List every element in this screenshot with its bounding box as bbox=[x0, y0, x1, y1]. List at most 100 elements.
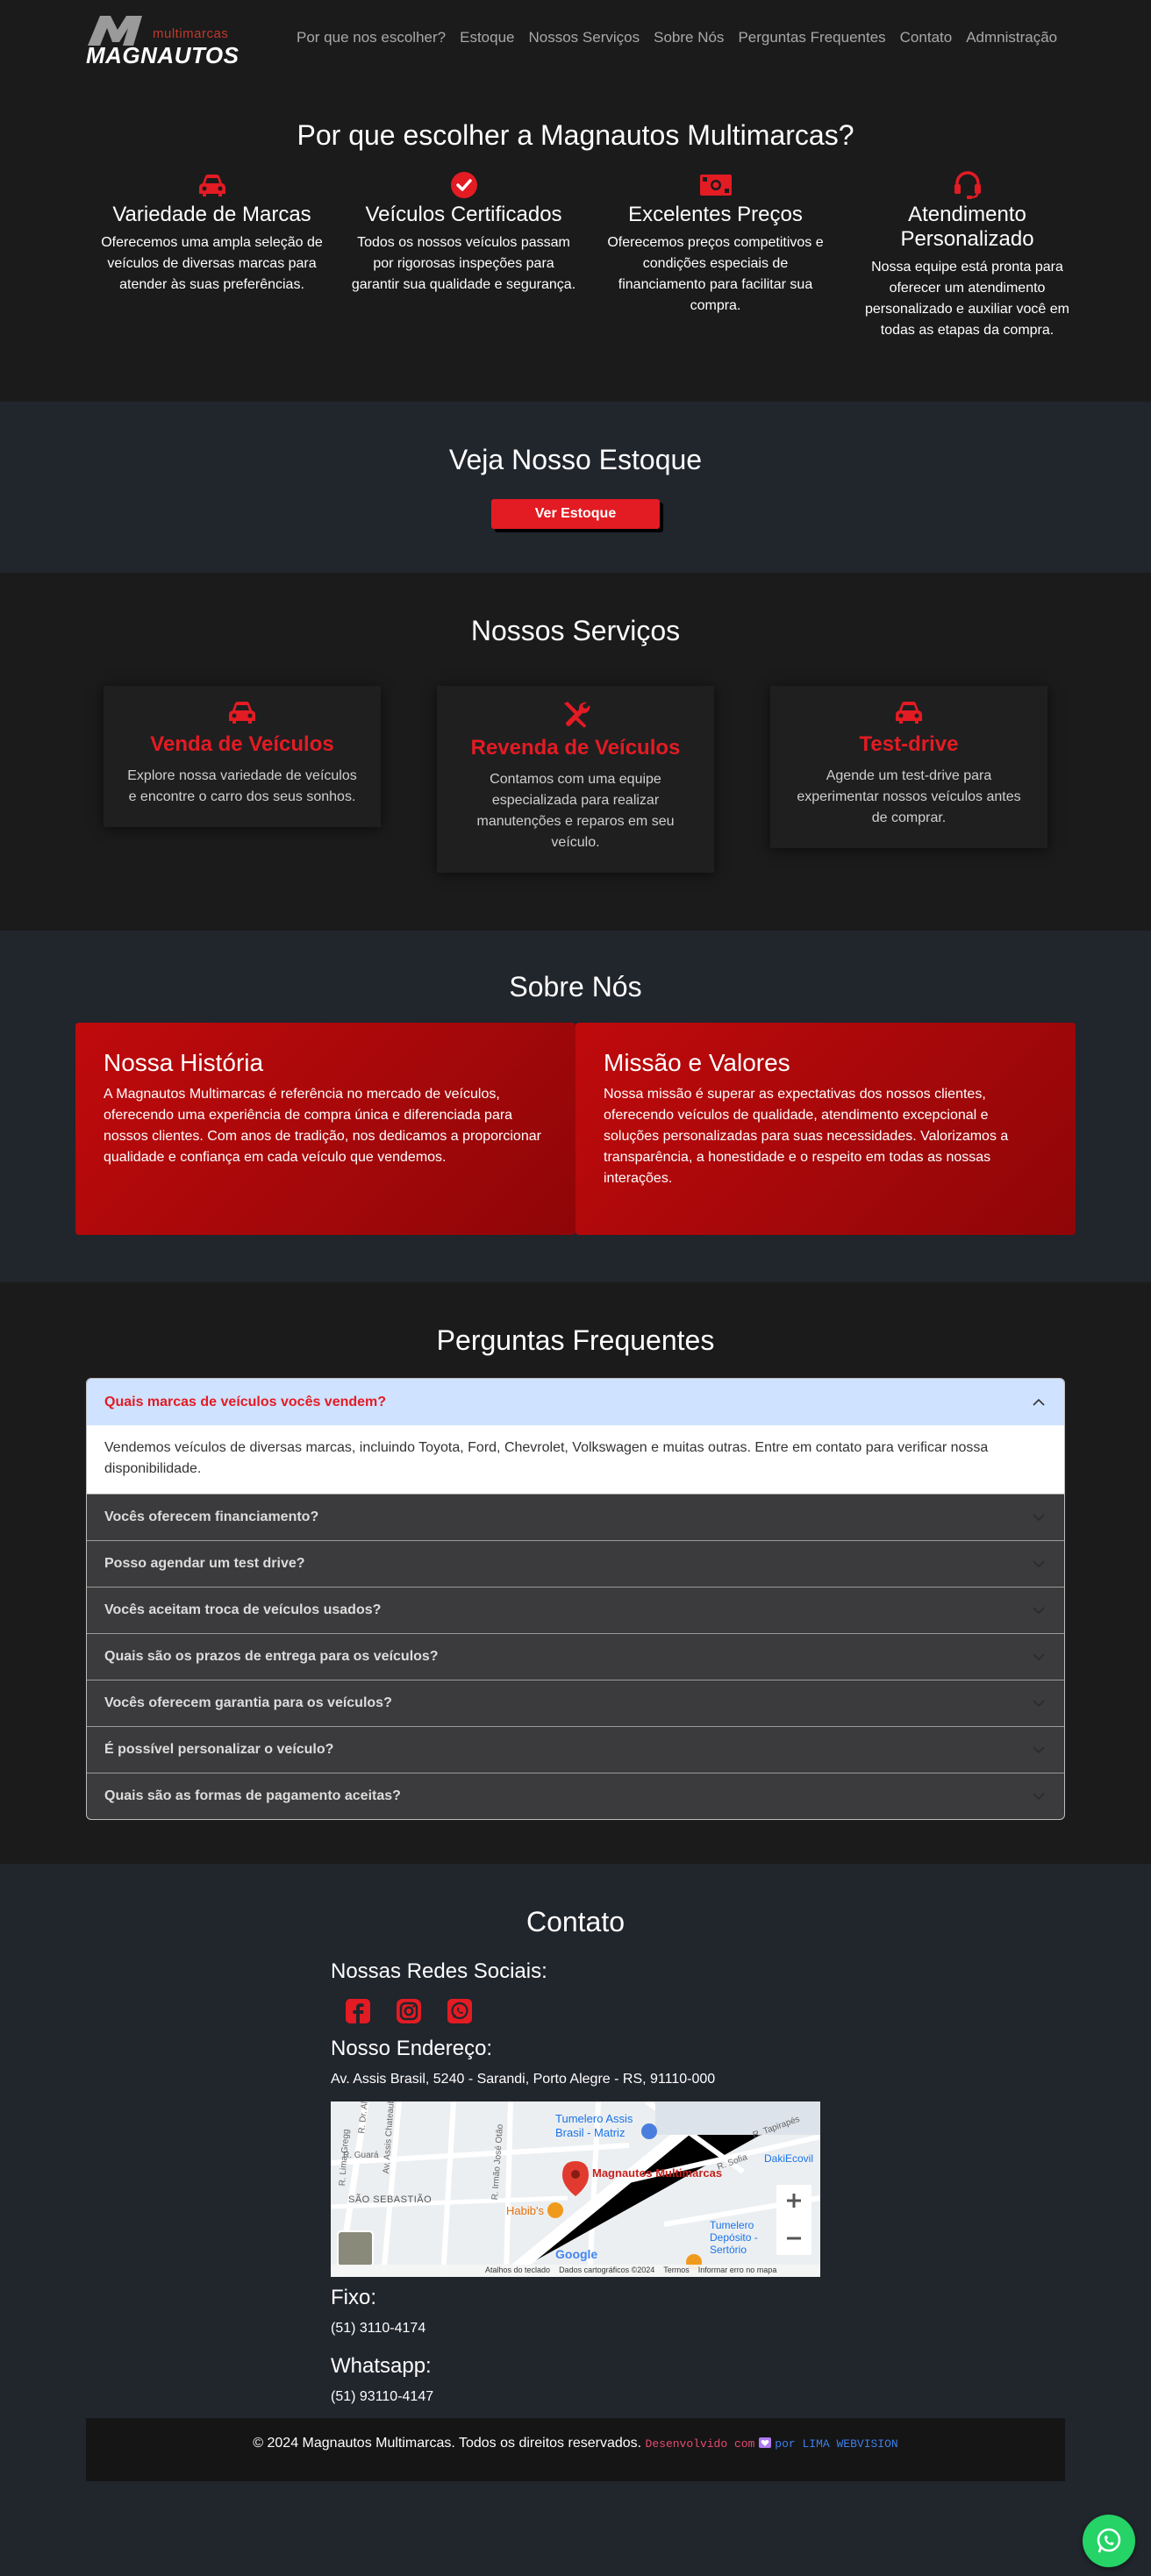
why-item: Veículos Certificados Todos os nossos ve… bbox=[338, 171, 590, 341]
about-section: Sobre Nós Nossa História A Magnautos Mul… bbox=[0, 931, 1151, 1282]
faq-question[interactable]: Quais são os prazos de entrega para os v… bbox=[87, 1633, 1064, 1680]
mission-card: Missão e Valores Nossa missão é superar … bbox=[576, 1023, 1076, 1235]
nav-link-stock[interactable]: Estoque bbox=[460, 29, 514, 46]
map-poi[interactable]: Tumelero Assis Brasil - Matriz bbox=[555, 2112, 647, 2140]
nav-link-contact[interactable]: Contato bbox=[900, 29, 953, 46]
brand-big: MAGNAUTOS bbox=[86, 42, 239, 68]
chevron-up-icon bbox=[1033, 1398, 1045, 1406]
why-item: Atendimento Personalizado Nossa equipe e… bbox=[841, 171, 1093, 341]
mission-title: Missão e Valores bbox=[604, 1049, 790, 1076]
brand-logo[interactable]: multimarcas MAGNAUTOS bbox=[86, 12, 239, 68]
faq-question[interactable]: Vocês oferecem financiamento? bbox=[87, 1494, 1064, 1540]
whatsapp-phone: (51) 93110-4147 bbox=[331, 2389, 434, 2404]
faq-section: Perguntas Frequentes Quais marcas de veí… bbox=[0, 1282, 1151, 1864]
money-icon bbox=[602, 171, 829, 199]
address-text: Av. Assis Brasil, 5240 - Sarandi, Porto … bbox=[331, 2072, 716, 2087]
faq-question[interactable]: É possível personalizar o veículo? bbox=[87, 1726, 1064, 1773]
history-title: Nossa História bbox=[104, 1049, 264, 1076]
see-stock-button[interactable]: Ver Estoque bbox=[491, 499, 660, 529]
chevron-down-icon bbox=[1033, 1746, 1045, 1754]
faq-question[interactable]: Posso agendar um test drive? bbox=[87, 1540, 1064, 1587]
nav-link-faq[interactable]: Perguntas Frequentes bbox=[738, 29, 885, 46]
chevron-down-icon bbox=[1033, 1700, 1045, 1708]
why-item-text: Nossa equipe está pronta para oferecer u… bbox=[864, 260, 1069, 338]
navbar: multimarcas MAGNAUTOS Por que nos escolh… bbox=[0, 0, 1151, 75]
faq-question[interactable]: Vocês aceitam troca de veículos usados? bbox=[87, 1587, 1064, 1633]
faq-question[interactable]: Quais marcas de veículos vocês vendem? bbox=[87, 1379, 1064, 1425]
stock-section: Veja Nosso Estoque Ver Estoque bbox=[0, 402, 1151, 573]
nav-links: Por que nos escolher? Estoque Nossos Ser… bbox=[297, 29, 1057, 46]
logo-m-mark bbox=[88, 16, 142, 46]
whatsapp-float-button[interactable] bbox=[1083, 2515, 1135, 2567]
why-item: Excelentes Preços Oferecemos preços comp… bbox=[590, 171, 841, 341]
social-heading: Nossas Redes Sociais: bbox=[331, 1959, 547, 1983]
history-text: A Magnautos Multimarcas é referência no … bbox=[104, 1087, 541, 1165]
faq-question-text: Vocês aceitam troca de veículos usados? bbox=[104, 1602, 382, 1617]
car-icon bbox=[791, 700, 1026, 729]
service-card: Revenda de Veículos Contamos com uma equ… bbox=[437, 686, 714, 873]
chevron-down-icon bbox=[1033, 1514, 1045, 1522]
chevron-down-icon bbox=[1033, 1560, 1045, 1568]
why-item-title: Veículos Certificados bbox=[365, 203, 562, 226]
brand-small: multimarcas bbox=[153, 26, 229, 41]
history-card: Nossa História A Magnautos Multimarcas é… bbox=[75, 1023, 576, 1235]
service-title: Venda de Veículos bbox=[150, 732, 334, 756]
map-terms-link[interactable]: Termos bbox=[663, 2266, 690, 2274]
why-section: Por que escolher a Magnautos Multimarcas… bbox=[0, 75, 1151, 402]
dev-credit-link[interactable]: por LIMA WEBVISION bbox=[775, 2437, 897, 2451]
faq-question-text: Vocês oferecem garantia para os veículos… bbox=[104, 1695, 392, 1710]
whatsapp-icon bbox=[1097, 2528, 1121, 2553]
faq-question[interactable]: Vocês oferecem garantia para os veículos… bbox=[87, 1680, 1064, 1726]
service-card: Venda de Veículos Explore nossa variedad… bbox=[104, 686, 381, 827]
mission-text: Nossa missão é superar as expectativas d… bbox=[604, 1087, 1009, 1186]
map-google-logo: Google bbox=[555, 2247, 598, 2261]
faq-question-text: Vocês oferecem financiamento? bbox=[104, 1509, 319, 1524]
about-title: Sobre Nós bbox=[509, 971, 642, 1003]
heart-icon bbox=[758, 2437, 771, 2448]
whatsapp-icon[interactable] bbox=[447, 1998, 473, 2024]
why-item-text: Todos os nossos veículos passam por rigo… bbox=[351, 235, 576, 292]
faq-question-text: É possível personalizar o veículo? bbox=[104, 1742, 334, 1757]
facebook-icon[interactable] bbox=[345, 1998, 371, 2024]
why-item-title: Atendimento Personalizado bbox=[900, 203, 1034, 251]
social-links bbox=[345, 1998, 822, 2024]
faq-question[interactable]: Quais são as formas de pagamento aceitas… bbox=[87, 1773, 1064, 1819]
why-item: Variedade de Marcas Oferecemos uma ampla… bbox=[86, 171, 338, 341]
nav-link-about[interactable]: Sobre Nós bbox=[654, 29, 724, 46]
services-section: Nossos Serviços Venda de Veículos Explor… bbox=[0, 573, 1151, 931]
contact-section: Contato Nossas Redes Sociais: Nosso Ende… bbox=[0, 1864, 1151, 2576]
instagram-icon[interactable] bbox=[396, 1998, 422, 2024]
about-grid: Nossa História A Magnautos Multimarcas é… bbox=[75, 1023, 1076, 1235]
chevron-down-icon bbox=[1033, 1793, 1045, 1801]
service-title: Revenda de Veículos bbox=[470, 736, 681, 760]
whatsapp-heading: Whatsapp: bbox=[331, 2354, 432, 2378]
service-text: Agende um test-drive para experimentar n… bbox=[797, 768, 1021, 825]
map-data-credit: Dados cartográficos ©2024 bbox=[559, 2266, 655, 2274]
footer: © 2024 Magnautos Multimarcas. Todos os d… bbox=[86, 2418, 1065, 2481]
why-item-text: Oferecemos uma ampla seleção de veículos… bbox=[101, 235, 323, 292]
why-item-title: Variedade de Marcas bbox=[112, 203, 311, 226]
faq-question-text: Quais são os prazos de entrega para os v… bbox=[104, 1649, 439, 1664]
car-icon bbox=[98, 171, 325, 199]
map-poi[interactable]: Habib's bbox=[506, 2204, 544, 2217]
tools-icon bbox=[458, 700, 693, 732]
map-report-link[interactable]: Informar erro no mapa bbox=[698, 2266, 777, 2274]
fixed-phone: (51) 3110-4174 bbox=[331, 2321, 426, 2336]
services-grid: Venda de Veículos Explore nossa variedad… bbox=[104, 686, 1151, 873]
footer-copyright: © 2024 Magnautos Multimarcas. Todos os d… bbox=[253, 2436, 642, 2451]
nav-link-services[interactable]: Nossos Serviços bbox=[529, 29, 640, 46]
faq-question-text: Quais marcas de veículos vocês vendem? bbox=[104, 1394, 387, 1409]
contact-title: Contato bbox=[525, 1906, 626, 1937]
service-card: Test-drive Agende um test-drive para exp… bbox=[770, 686, 1047, 848]
car-icon bbox=[125, 700, 360, 729]
faq-accordion: Quais marcas de veículos vocês vendem? V… bbox=[86, 1378, 1065, 1820]
services-title: Nossos Serviços bbox=[470, 615, 681, 646]
chevron-down-icon bbox=[1033, 1607, 1045, 1615]
map-keyboard-shortcuts[interactable]: Atalhos do teclado bbox=[485, 2266, 550, 2274]
google-map[interactable]: Magnautos Multimarcas Tumelero Assis Bra… bbox=[331, 2101, 820, 2277]
map-marker-label[interactable]: Magnautos Multimarcas bbox=[592, 2166, 722, 2180]
map-poi[interactable]: DakiEcovil bbox=[764, 2152, 813, 2165]
nav-link-admin[interactable]: Admnistração bbox=[966, 29, 1057, 46]
nav-link-why[interactable]: Por que nos escolher? bbox=[297, 29, 446, 46]
map-poi[interactable]: Tumelero Depósito - Sertório bbox=[710, 2219, 771, 2256]
